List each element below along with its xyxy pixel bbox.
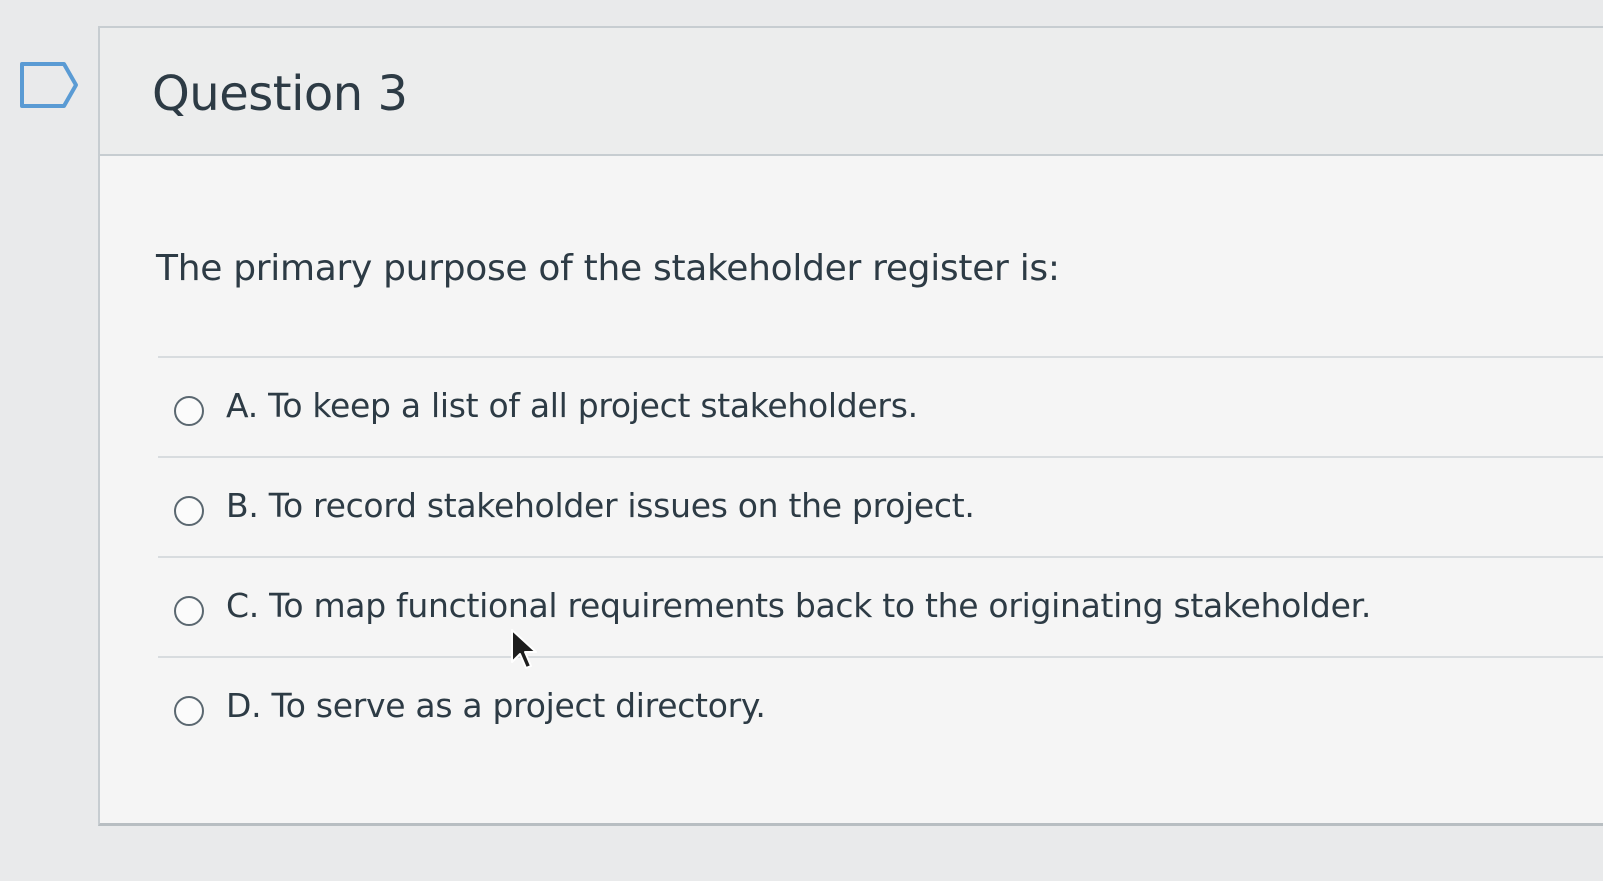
answer-list: A. To keep a list of all project stakeho… [158,356,1603,756]
mouse-pointer-icon [511,629,537,669]
radio-button-a[interactable] [174,396,204,426]
answer-label-b[interactable]: B. To record stakeholder issues on the p… [226,486,975,525]
radio-button-c[interactable] [174,596,204,626]
question-card: Question 3 The primary purpose of the st… [98,26,1603,826]
answer-label-d[interactable]: D. To serve as a project directory. [226,686,766,725]
answer-label-a[interactable]: A. To keep a list of all project stakeho… [226,386,918,425]
question-header: Question 3 [100,28,1603,156]
question-text: The primary purpose of the stakeholder r… [156,248,1060,289]
radio-button-b[interactable] [174,496,204,526]
answer-option-c[interactable]: C. To map functional requirements back t… [158,556,1603,656]
radio-button-d[interactable] [174,696,204,726]
answer-option-b[interactable]: B. To record stakeholder issues on the p… [158,456,1603,556]
question-title: Question 3 [152,66,408,122]
answer-label-c[interactable]: C. To map functional requirements back t… [226,586,1371,625]
answer-option-d[interactable]: D. To serve as a project directory. [158,656,1603,756]
flag-question-icon[interactable] [18,60,82,110]
answer-option-a[interactable]: A. To keep a list of all project stakeho… [158,356,1603,456]
